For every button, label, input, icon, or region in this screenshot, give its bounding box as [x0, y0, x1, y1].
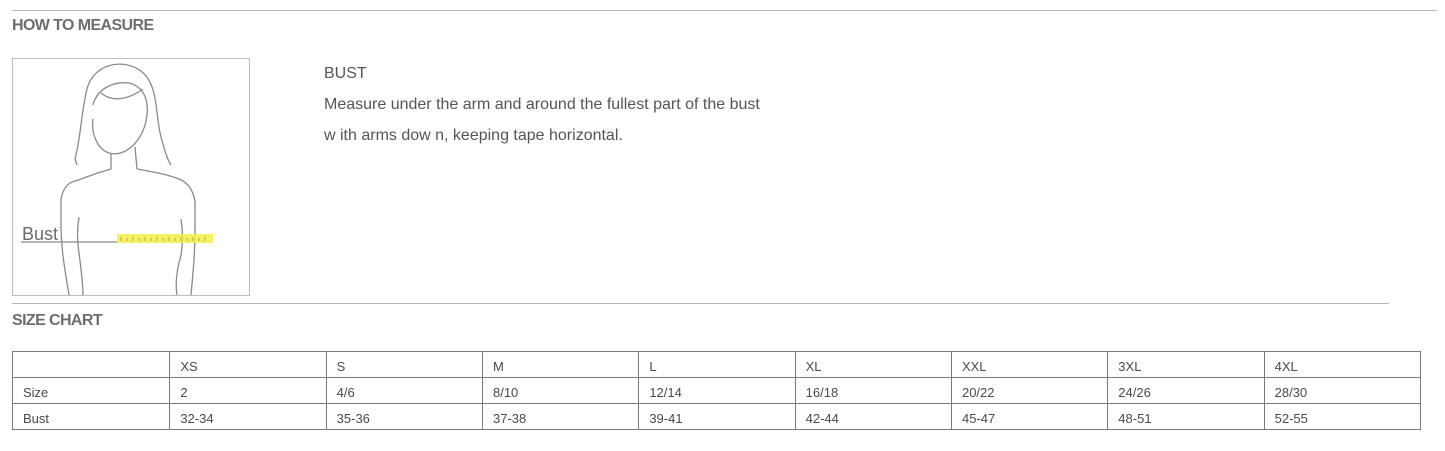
woman-silhouette-illustration: Bust [21, 63, 213, 295]
header-cell-l: L [638, 351, 796, 378]
table-cell: 48-51 [1107, 403, 1265, 430]
table-corner-cell [11, 351, 171, 378]
bust-measurement-figure: Bust [12, 58, 250, 296]
table-cell: 32-34 [169, 403, 327, 430]
top-divider [12, 10, 1437, 11]
table-cell: 16/18 [794, 377, 952, 404]
table-cell: 8/10 [481, 377, 640, 404]
how-to-measure-heading: HOW TO MEASURE [12, 17, 154, 34]
tape-measure [117, 234, 213, 243]
header-cell-xl: XL [794, 351, 952, 378]
row-label-bust: Bust [11, 403, 171, 430]
table-cell: 4/6 [325, 377, 483, 404]
table-cell: 52-55 [1263, 403, 1422, 430]
table-cell: 24/26 [1107, 377, 1265, 404]
table-header-row: XS S M L XL XXL 3XL 4XL [11, 351, 1422, 378]
table-row-bust: Bust 32-34 35-36 37-38 39-41 42-44 45-47… [11, 403, 1422, 430]
table-cell: 37-38 [481, 403, 640, 430]
size-chart-table: XS S M L XL XXL 3XL 4XL Size 2 4/6 8/10 … [11, 351, 1422, 430]
middle-divider [12, 303, 1389, 304]
bust-instructions: BUST Measure under the arm and around th… [324, 64, 760, 157]
table-row-size: Size 2 4/6 8/10 12/14 16/18 20/22 24/26 … [11, 377, 1422, 404]
bust-figure-label: Bust [22, 224, 58, 244]
bust-instruction-line-1: Measure under the arm and around the ful… [324, 96, 760, 113]
header-cell-xxl: XXL [950, 351, 1109, 378]
table-cell: 35-36 [325, 403, 483, 430]
header-cell-4xl: 4XL [1263, 351, 1422, 378]
table-cell: 28/30 [1263, 377, 1422, 404]
table-cell: 42-44 [794, 403, 952, 430]
header-cell-m: M [481, 351, 640, 378]
table-cell: 12/14 [638, 377, 796, 404]
header-cell-xs: XS [169, 351, 327, 378]
table-cell: 2 [169, 377, 327, 404]
bust-instruction-line-2: w ith arms dow n, keeping tape horizonta… [324, 127, 623, 144]
header-cell-3xl: 3XL [1107, 351, 1265, 378]
row-label-size: Size [11, 377, 171, 404]
table-cell: 20/22 [950, 377, 1109, 404]
table-cell: 39-41 [638, 403, 796, 430]
size-chart-heading: SIZE CHART [12, 312, 103, 329]
table-cell: 45-47 [950, 403, 1109, 430]
header-cell-s: S [325, 351, 483, 378]
bust-title: BUST [324, 65, 367, 82]
